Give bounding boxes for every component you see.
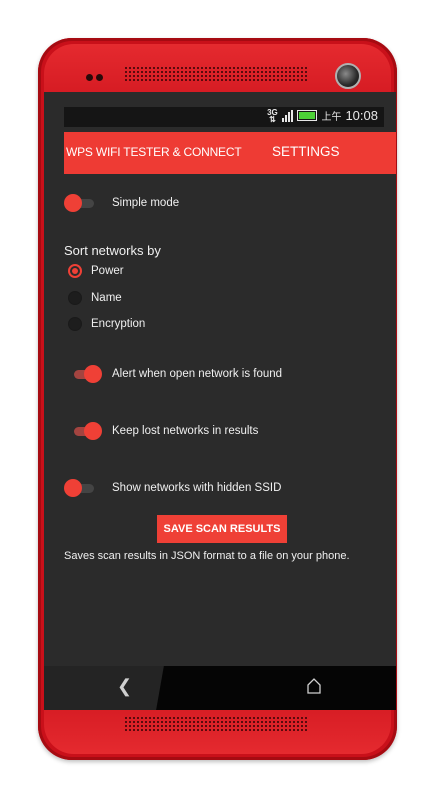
sort-option-encryption[interactable]: Encryption [68, 317, 145, 331]
sensor-dot [96, 74, 103, 81]
signal-strength-icon [282, 109, 294, 122]
alert-open-toggle[interactable] [70, 364, 102, 384]
status-bar: 3G ⇅ 上午 10:08 [64, 107, 384, 127]
back-icon[interactable]: ❮ [117, 676, 132, 697]
app-title: WPS WIFI TESTER & CONNECT [66, 145, 242, 159]
save-scan-results-button[interactable]: SAVE SCAN RESULTS [157, 515, 287, 543]
sort-option-label: Power [91, 265, 124, 277]
hidden-ssid-label: Show networks with hidden SSID [112, 482, 282, 494]
home-icon[interactable] [306, 676, 322, 696]
alert-open-row[interactable]: Alert when open network is found [70, 364, 282, 384]
save-description: Saves scan results in JSON format to a f… [64, 550, 350, 562]
simple-mode-label: Simple mode [112, 197, 180, 209]
sort-option-power[interactable]: Power [68, 264, 124, 278]
radio-encryption[interactable] [68, 317, 82, 331]
time-prefix: 上午 [321, 112, 342, 123]
sensor-dot [86, 74, 93, 81]
nav-bar-shade [156, 666, 396, 710]
keep-lost-toggle[interactable] [70, 421, 102, 441]
sort-heading: Sort networks by [64, 243, 161, 258]
navigation-bar: ❮ [44, 666, 396, 710]
speaker-grille [124, 66, 308, 82]
alert-open-label: Alert when open network is found [112, 368, 283, 380]
sort-option-label: Name [91, 292, 122, 304]
sort-option-label: Encryption [91, 318, 146, 330]
network-3g-icon: 3G ⇅ [267, 107, 278, 124]
app-bar: WPS WIFI TESTER & CONNECT SETTINGS [64, 132, 396, 174]
hidden-ssid-toggle[interactable] [64, 478, 96, 498]
status-time: 10:08 [345, 108, 378, 123]
front-camera-icon [335, 63, 361, 89]
speaker-grille [124, 716, 308, 732]
keep-lost-row[interactable]: Keep lost networks in results [70, 421, 258, 441]
status-icons: 3G ⇅ 上午 10:08 [266, 108, 378, 123]
sort-option-name[interactable]: Name [68, 291, 122, 305]
hidden-ssid-row[interactable]: Show networks with hidden SSID [64, 478, 281, 498]
phone-screen: 3G ⇅ 上午 10:08 WPS WIFI TESTER & CONNECT S… [44, 92, 396, 710]
simple-mode-toggle[interactable] [64, 193, 96, 213]
keep-lost-label: Keep lost networks in results [112, 425, 259, 437]
battery-icon [297, 110, 318, 121]
tab-settings[interactable]: SETTINGS [272, 144, 340, 159]
network-type-label: 3G [267, 107, 278, 117]
simple-mode-row[interactable]: Simple mode [64, 193, 179, 213]
radio-power[interactable] [68, 264, 82, 278]
radio-name[interactable] [68, 291, 82, 305]
